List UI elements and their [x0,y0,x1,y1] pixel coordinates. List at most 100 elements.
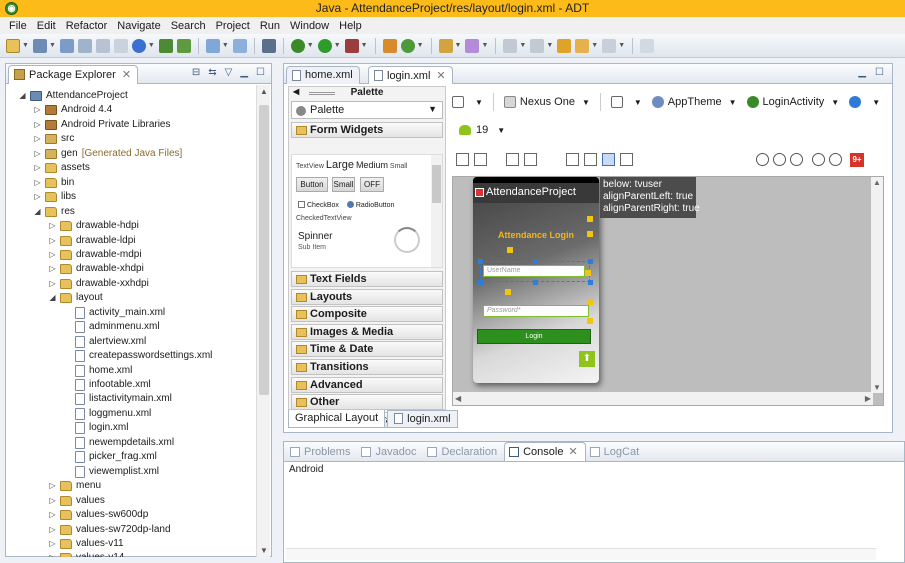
collapsed-twisty-icon[interactable]: ▷ [33,132,42,146]
tab-home-xml[interactable]: home.xml [286,66,360,84]
tree-folder-item[interactable]: ▷ values [48,494,105,508]
pin-editor-icon[interactable] [640,38,655,53]
warning-icon[interactable] [587,299,593,305]
resize-handle[interactable] [533,259,538,264]
new-class-icon[interactable] [400,38,415,53]
tab-declaration[interactable]: Declaration [423,446,504,461]
expand-height-icon[interactable] [474,153,487,166]
tree-folder-item[interactable]: ◢ AttendanceProject [18,89,128,103]
tree-folder-item[interactable]: ▷ drawable-hdpi [48,219,139,233]
run-icon[interactable] [317,38,332,53]
tree-file-item[interactable]: infootable.xml [63,378,151,392]
widget-spinner[interactable]: Spinner [298,231,332,242]
tree-folder-item[interactable]: ▷ drawable-ldpi [48,234,135,248]
close-icon[interactable]: ✕ [436,70,445,82]
margins-icon[interactable] [506,153,519,166]
collapsed-twisty-icon[interactable]: ▷ [48,508,57,522]
tree-file-item[interactable]: viewemplist.xml [63,465,159,479]
tab-graphical-layout[interactable]: Graphical Layout [288,410,386,428]
globe-icon[interactable] [131,38,146,53]
resize-handle[interactable] [533,280,538,285]
zoom-fit-icon[interactable] [773,153,786,166]
tab-xml-source[interactable]: login.xml [387,410,458,428]
resize-handle[interactable] [478,259,483,264]
scroll-right-icon[interactable]: ▶ [865,394,871,403]
tree-folder-item[interactable]: ▷ values-v14 [48,551,124,557]
package-explorer-tab[interactable]: Package Explorer ✕ [8,65,139,84]
scroll-left-icon[interactable]: ◀ [455,394,461,403]
palette-category[interactable]: Time & Date [291,341,443,358]
palette-category-form-widgets[interactable]: Form Widgets [291,122,443,138]
layout-icon-3[interactable] [602,153,615,166]
collapsed-twisty-icon[interactable]: ▷ [48,479,57,493]
menu-window[interactable]: Window [285,20,334,32]
android-wizard-icon[interactable] [232,38,247,53]
menu-navigate[interactable]: Navigate [112,20,165,32]
tree-scrollbar[interactable]: ▲ ▼ [256,85,270,557]
console-output[interactable]: Android [284,462,904,477]
gravity-icon[interactable] [524,153,537,166]
api-level-select[interactable]: 19 ▼ [459,124,505,136]
expanded-twisty-icon[interactable]: ◢ [18,89,27,103]
palette-category[interactable]: Layouts [291,288,443,305]
external-tools-icon[interactable] [344,38,359,53]
activity-select[interactable]: LoginActivity ▼ [746,96,839,108]
layout-icon-1[interactable] [566,153,579,166]
zoom-in-icon[interactable] [829,153,842,166]
debug-icon[interactable] [290,38,305,53]
tree-folder-item[interactable]: ▷ menu [48,479,101,493]
menu-run[interactable]: Run [255,20,285,32]
menu-refactor[interactable]: Refactor [61,20,113,32]
avd-manager-icon[interactable] [176,38,191,53]
collapsed-twisty-icon[interactable]: ▷ [48,523,57,537]
tree-folder-item[interactable]: ◢ res [33,205,75,219]
widget-toggle-button[interactable]: OFF [360,177,384,192]
tab-login-xml[interactable]: login.xml ✕ [368,66,453,84]
tree-file-item[interactable]: login.xml [63,421,128,435]
widget-textview-sizes[interactable]: TextView Large Medium Small [296,159,407,171]
annotation-next-icon[interactable] [503,38,518,53]
tab-javadoc[interactable]: Javadoc [357,446,423,461]
warning-icon[interactable] [585,270,591,276]
tab-logcat[interactable]: LogCat [586,446,646,461]
tree-file-item[interactable]: activity_main.xml [63,306,165,320]
collapsed-twisty-icon[interactable]: ▷ [33,103,42,117]
tree-file-item[interactable]: newempdetails.xml [63,436,174,450]
warning-icon[interactable] [587,216,593,222]
theme-select[interactable]: AppTheme ▼ [651,96,737,108]
back-dropdown-icon[interactable]: ▼ [591,42,598,49]
annotation-prev-icon[interactable] [530,38,545,53]
debug-dropdown-icon[interactable]: ▼ [307,42,314,49]
tab-console[interactable]: Console ✕ [504,442,586,461]
resize-handle[interactable] [588,280,593,285]
tree-folder-item[interactable]: ▷ values-sw600dp [48,508,148,522]
scroll-down-icon[interactable]: ▼ [873,383,881,392]
resize-handle[interactable] [588,259,593,264]
collapsed-twisty-icon[interactable]: ▷ [48,248,57,262]
tab-problems[interactable]: Problems [286,446,357,461]
widget-checked-textview[interactable]: CheckedTextView [296,215,352,222]
password-field[interactable]: Password* [483,305,589,317]
tree-file-item[interactable]: alertview.xml [63,335,146,349]
locale-select[interactable]: ▼ [849,96,880,108]
forward-icon[interactable] [602,38,617,53]
lint-warnings-badge[interactable]: 9+ [850,153,864,167]
last-edit-icon[interactable] [557,38,572,53]
expand-width-icon[interactable] [456,153,469,166]
search-icon[interactable] [465,38,480,53]
palette-category[interactable]: Advanced [291,376,443,393]
widget-button[interactable]: Button [296,177,328,192]
print-icon[interactable] [95,38,110,53]
expanded-twisty-icon[interactable]: ◢ [48,291,57,305]
collapsed-twisty-icon[interactable]: ▷ [48,551,57,557]
save-icon[interactable] [59,38,74,53]
minimize-icon[interactable]: ▁ [858,67,866,78]
collapse-all-icon[interactable]: ⊟ [192,67,200,78]
annotation-next-dropdown-icon[interactable]: ▼ [519,42,526,49]
globe-dropdown-icon[interactable]: ▼ [148,42,155,49]
collapsed-twisty-icon[interactable]: ▷ [33,161,42,175]
skip-breakpoints-icon[interactable] [261,38,276,53]
lock-icon[interactable] [113,38,128,53]
widget-progressbar[interactable] [394,227,420,253]
save-all-icon[interactable] [77,38,92,53]
